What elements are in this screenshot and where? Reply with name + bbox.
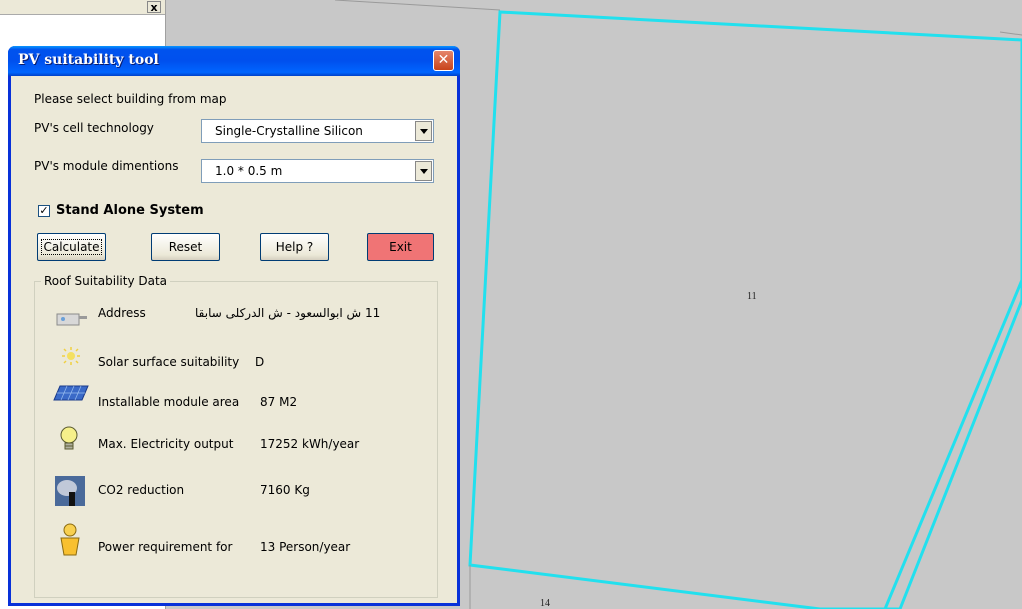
exit-button[interactable]: Exit	[367, 233, 434, 261]
close-button[interactable]: ✕	[433, 50, 454, 71]
power-value: 13 Person/year	[260, 540, 351, 554]
smokestack-icon	[55, 476, 85, 506]
lightbulb-icon	[60, 426, 78, 450]
electricity-value: 17252 kWh/year	[260, 437, 360, 451]
cell-tech-label: PV's cell technology	[34, 121, 154, 135]
dialog-titlebar[interactable]: PV suitability tool ✕	[8, 46, 460, 76]
address-value: 11 ش ابوالسعود - ش الدركلى سابقا	[195, 306, 381, 320]
person-icon	[60, 523, 80, 556]
roof-suitability-group: Roof Suitability Data Address 11 ش ابوال…	[34, 274, 438, 598]
cell-tech-select[interactable]: Single-Crystalline Silicon	[201, 119, 434, 143]
pv-suitability-dialog: PV suitability tool ✕ Please select buil…	[8, 46, 460, 606]
solar-value: D	[255, 355, 265, 369]
close-icon: ✕	[437, 52, 450, 68]
area-value: 87 M2	[260, 395, 298, 409]
reset-button[interactable]: Reset	[151, 233, 220, 261]
background-panel-titlebar	[0, 0, 165, 15]
solar-label: Solar surface suitability	[98, 355, 240, 369]
group-title: Roof Suitability Data	[41, 274, 171, 288]
mailbox-icon	[56, 313, 87, 326]
parcel-label-11: 11	[747, 291, 757, 302]
chevron-down-icon[interactable]	[415, 121, 432, 141]
standalone-checkbox[interactable]: ✓	[38, 205, 50, 217]
dialog-title: PV suitability tool	[18, 52, 159, 68]
cell-tech-value: Single-Crystalline Silicon	[215, 124, 363, 138]
instruction-text: Please select building from map	[34, 92, 227, 106]
calculate-button[interactable]: Calculate	[37, 233, 106, 261]
solar-panel-icon	[53, 385, 89, 401]
module-dim-value: 1.0 * 0.5 m	[215, 164, 283, 178]
address-label: Address	[98, 306, 146, 320]
sun-icon	[62, 347, 80, 365]
parcel-label-14: 14	[540, 598, 550, 609]
module-dim-label: PV's module dimentions	[34, 159, 179, 173]
help-button[interactable]: Help ?	[260, 233, 329, 261]
module-dim-select[interactable]: 1.0 * 0.5 m	[201, 159, 434, 183]
co2-value: 7160 Kg	[260, 483, 310, 497]
standalone-label[interactable]: Stand Alone System	[56, 203, 204, 218]
co2-label: CO2 reduction	[98, 483, 185, 497]
electricity-label: Max. Electricity output	[98, 437, 234, 451]
chevron-down-icon[interactable]	[415, 161, 432, 181]
power-label: Power requirement for	[98, 540, 233, 554]
background-panel-close-button[interactable]: x	[147, 1, 161, 14]
area-label: Installable module area	[98, 395, 240, 409]
